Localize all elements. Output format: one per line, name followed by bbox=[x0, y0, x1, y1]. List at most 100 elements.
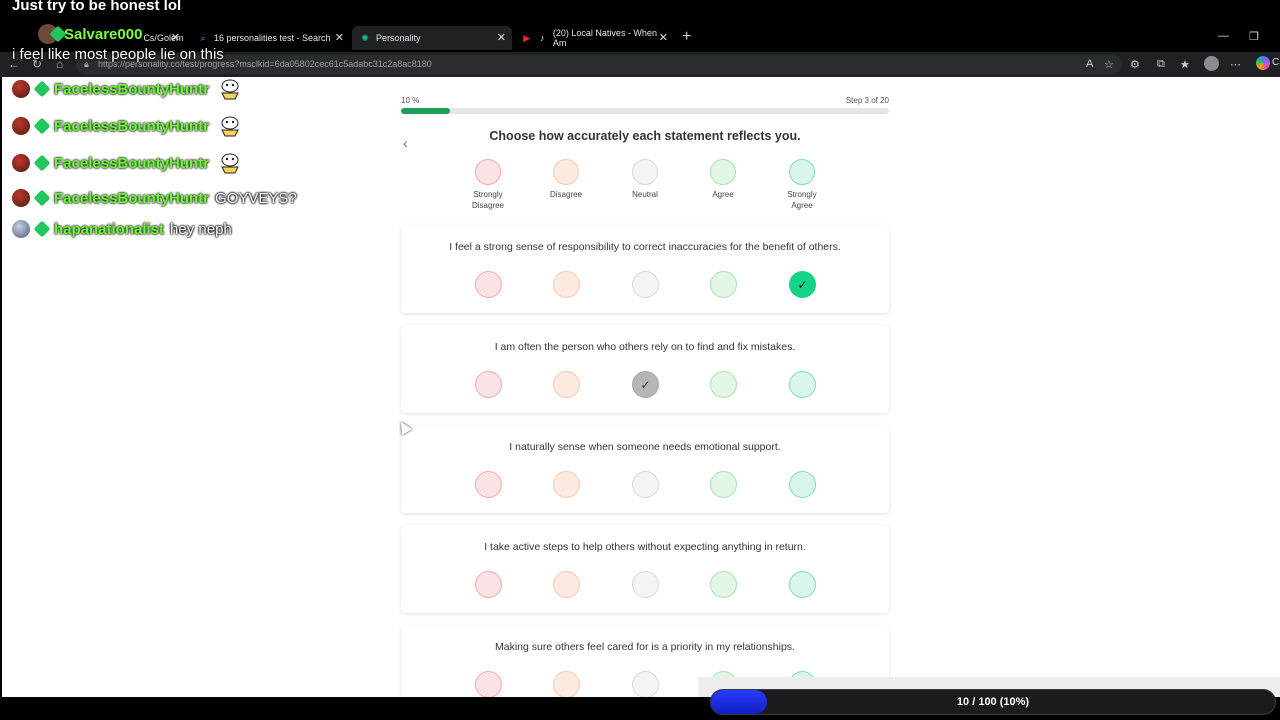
chat-message: FacelessBountyHuntr bbox=[12, 152, 245, 174]
goal-label: 10 / 100 (10%) bbox=[956, 696, 1030, 708]
answer-option-2[interactable]: ✓ bbox=[632, 371, 659, 398]
more-menu-icon[interactable]: ⋯ bbox=[1230, 58, 1241, 71]
answer-option-3[interactable] bbox=[710, 371, 737, 398]
answer-option-1[interactable] bbox=[553, 471, 580, 498]
scale-label: Strongly Agree bbox=[787, 190, 817, 210]
maximize-icon[interactable]: ❐ bbox=[1249, 30, 1259, 43]
scale-swatch bbox=[789, 159, 815, 185]
question-card: I naturally sense when someone needs emo… bbox=[401, 425, 889, 513]
answer-option-2[interactable] bbox=[632, 671, 659, 697]
screen: ● Cs/Golem ✕ ⌕ 16 personalities test - S… bbox=[0, 0, 1280, 720]
answer-option-0[interactable] bbox=[475, 371, 502, 398]
copilot-label: C bbox=[1272, 57, 1280, 68]
chat-avatar bbox=[12, 189, 30, 207]
scale-option-3: Agree bbox=[693, 159, 753, 200]
close-icon[interactable]: ✕ bbox=[659, 31, 668, 44]
gear-icon: ✺ bbox=[361, 32, 369, 43]
answer-option-0[interactable] bbox=[475, 471, 502, 498]
answer-option-1[interactable] bbox=[553, 371, 580, 398]
read-aloud-icon[interactable]: A bbox=[1086, 58, 1093, 70]
tab-label: 16 personalities test - Search bbox=[214, 33, 331, 43]
answer-option-4[interactable] bbox=[789, 571, 816, 598]
extensions-icon[interactable]: ⚙ bbox=[1130, 58, 1140, 71]
chat-message: FacelessBountyHuntr bbox=[12, 78, 245, 100]
checkmark-icon: ✓ bbox=[797, 277, 808, 292]
answer-option-2[interactable] bbox=[632, 471, 659, 498]
tab-personality[interactable]: ✺ Personality ✕ bbox=[352, 26, 512, 50]
answer-option-3[interactable] bbox=[710, 571, 737, 598]
scale-label: Strongly Disagree bbox=[471, 190, 504, 210]
question-card: I feel a strong sense of responsibility … bbox=[401, 225, 889, 313]
youtube-icon: ▶ bbox=[523, 32, 531, 43]
speaker-icon[interactable]: ♪ bbox=[537, 33, 546, 43]
answer-option-0[interactable] bbox=[475, 571, 502, 598]
sub-badge-icon bbox=[33, 189, 51, 207]
answer-option-4[interactable] bbox=[789, 371, 816, 398]
answer-option-4[interactable] bbox=[789, 471, 816, 498]
chat-username: FacelessBountyHuntr bbox=[54, 117, 210, 135]
chat-username: FacelessBountyHuntr bbox=[54, 189, 210, 207]
scale-label: Neutral bbox=[632, 190, 658, 199]
answer-option-1[interactable] bbox=[553, 271, 580, 298]
answer-option-1[interactable] bbox=[553, 571, 580, 598]
favorites-bar-icon[interactable]: ★ bbox=[1180, 58, 1190, 71]
favorite-icon[interactable]: ☆ bbox=[1104, 58, 1114, 71]
stream-caption: i feel like most people lie on this bbox=[12, 46, 224, 63]
progress-track bbox=[401, 108, 889, 114]
question-text: I take active steps to help others witho… bbox=[484, 541, 806, 553]
answer-option-0[interactable] bbox=[475, 671, 502, 697]
answer-option-4[interactable]: ✓ bbox=[789, 271, 816, 298]
chat-username: hapanationalist bbox=[54, 220, 165, 238]
new-tab-button[interactable]: + bbox=[682, 28, 691, 46]
sub-badge-icon bbox=[33, 220, 51, 238]
scale-label: Disagree bbox=[549, 190, 582, 199]
step-counter: Step 3 of 20 bbox=[845, 96, 889, 105]
scale-option-4: Strongly Agree bbox=[772, 159, 832, 211]
question-card: I am often the person who others rely on… bbox=[401, 325, 889, 413]
chat-message: FacelessBountyHuntr bbox=[12, 115, 245, 137]
search-icon: ⌕ bbox=[200, 32, 206, 43]
split-screen-icon[interactable]: ⧉ bbox=[1157, 58, 1165, 71]
scale-option-2: Neutral bbox=[615, 159, 675, 200]
minimize-icon[interactable]: — bbox=[1218, 30, 1229, 42]
answer-option-0[interactable] bbox=[475, 271, 502, 298]
tab-youtube[interactable]: ▶ ♪ (20) Local Natives - When Am ✕ bbox=[514, 26, 674, 50]
answer-option-3[interactable] bbox=[710, 271, 737, 298]
progress-percent: 10 % bbox=[401, 96, 420, 105]
instruction-heading: Choose how accurately each statement ref… bbox=[489, 129, 801, 143]
sub-badge-icon bbox=[33, 80, 51, 98]
sub-badge-icon bbox=[33, 117, 51, 135]
question-card: I take active steps to help others witho… bbox=[401, 525, 889, 613]
badge-icon bbox=[49, 25, 67, 43]
url-field[interactable]: 🔒︎ https://personality.co/test/progress?… bbox=[76, 55, 1122, 74]
close-icon[interactable]: ✕ bbox=[335, 31, 344, 44]
scale-option-0: Strongly Disagree bbox=[458, 159, 518, 211]
chat-message: hapanationalist hey neph bbox=[12, 218, 232, 240]
chat-text: hey neph bbox=[170, 220, 232, 238]
copilot-icon[interactable] bbox=[1256, 56, 1270, 70]
progress-fill bbox=[401, 108, 450, 114]
chat-username: FacelessBountyHuntr bbox=[54, 80, 210, 98]
answer-option-3[interactable] bbox=[710, 471, 737, 498]
answer-option-2[interactable] bbox=[632, 271, 659, 298]
question-text: I am often the person who others rely on… bbox=[494, 341, 796, 353]
close-icon[interactable]: ✕ bbox=[171, 31, 180, 44]
scale-swatch bbox=[710, 159, 736, 185]
streamer-tag: Salvare000 bbox=[38, 24, 142, 44]
goal-bar: 10 / 100 (10%) bbox=[710, 689, 1276, 715]
tab-label: Personality bbox=[376, 33, 421, 43]
question-text: I naturally sense when someone needs emo… bbox=[509, 441, 781, 453]
answer-option-1[interactable] bbox=[553, 671, 580, 697]
checkmark-icon: ✓ bbox=[640, 377, 651, 392]
emote-icon bbox=[221, 153, 239, 174]
close-icon[interactable]: ✕ bbox=[497, 31, 506, 44]
answer-option-2[interactable] bbox=[632, 571, 659, 598]
scale-swatch bbox=[553, 159, 579, 185]
scale-option-1: Disagree bbox=[536, 159, 596, 200]
question-text: I feel a strong sense of responsibility … bbox=[449, 241, 841, 253]
emote-icon bbox=[221, 116, 239, 137]
streamer-name: Salvare000 bbox=[64, 25, 143, 43]
sub-badge-icon bbox=[33, 154, 51, 172]
chat-avatar bbox=[12, 117, 30, 135]
profile-avatar[interactable] bbox=[1204, 56, 1219, 71]
